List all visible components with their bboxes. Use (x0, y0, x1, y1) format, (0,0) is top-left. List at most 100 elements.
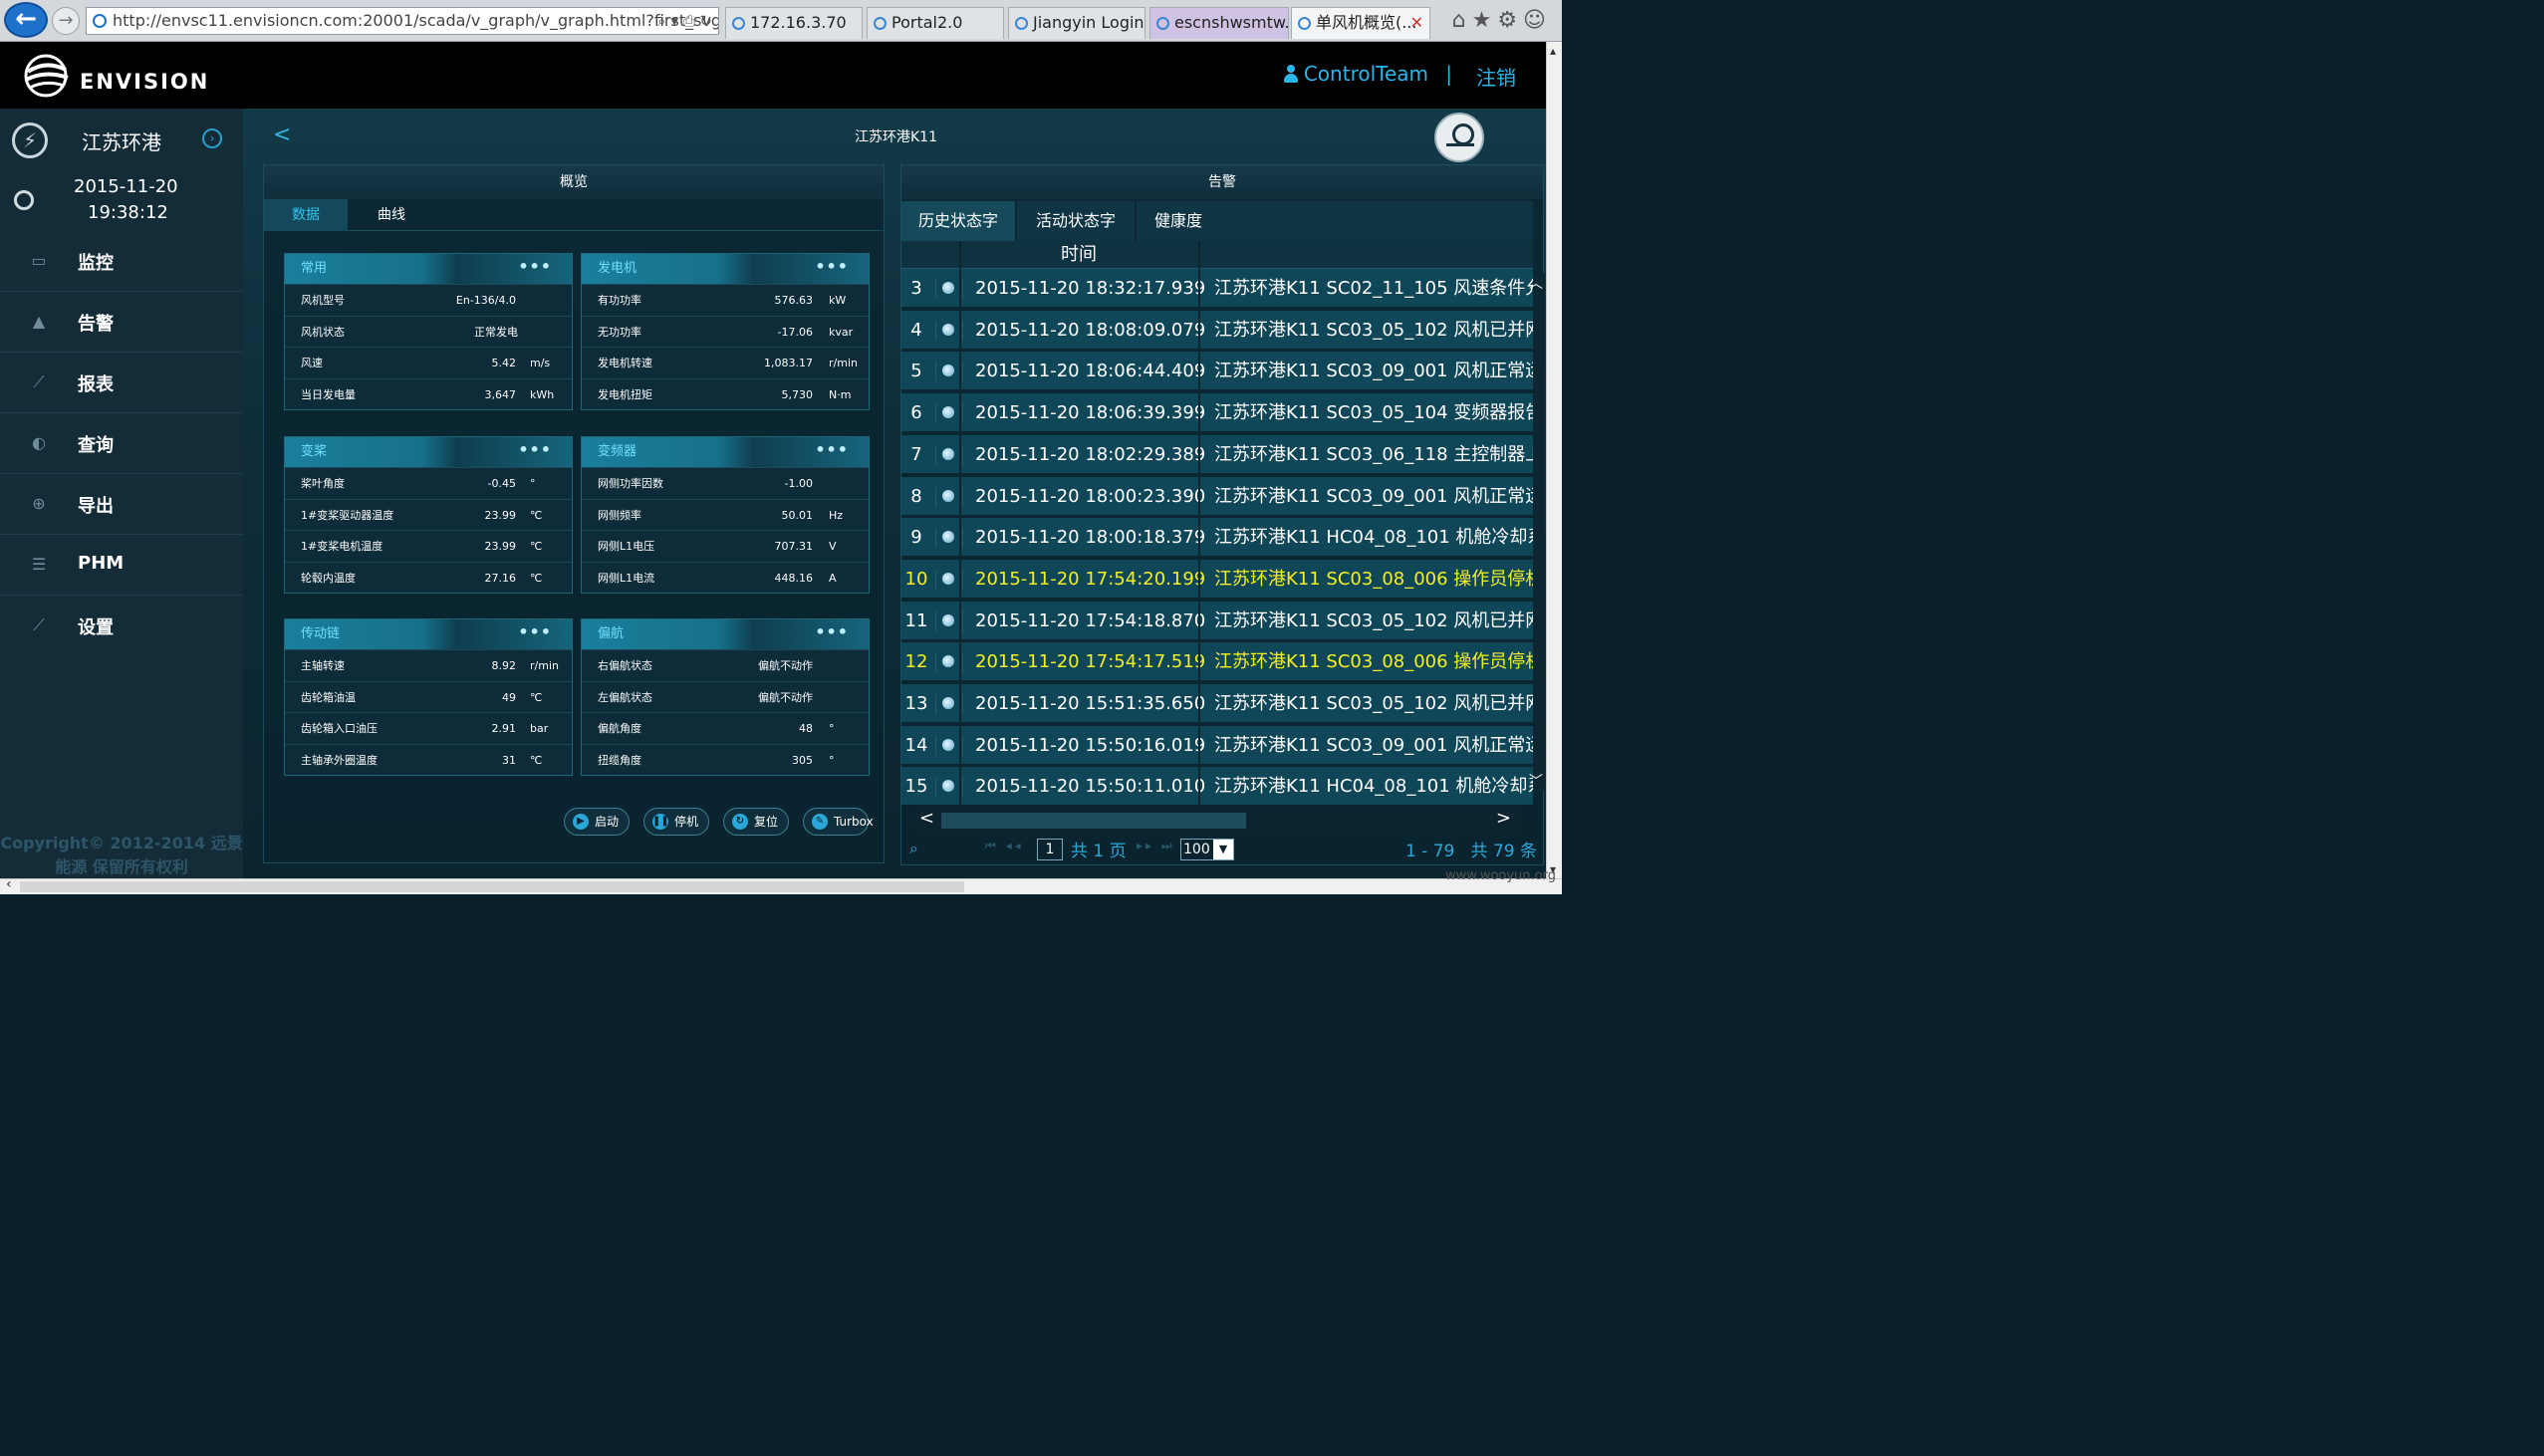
close-icon[interactable]: ✕ (1410, 8, 1423, 38)
tab-health[interactable]: 健康度 (1137, 201, 1533, 241)
table-row[interactable]: 13 2015-11-20 15:51:35.650 江苏环港K11 SC03_05… (901, 684, 1533, 724)
address-bar[interactable]: http://envsc11.envisioncn.com:20001/scad… (86, 7, 719, 35)
row-message: 江苏环港K11 HC04_08_101 机舱冷却系统 (1214, 776, 1533, 798)
chevron-right-icon[interactable]: > (1496, 808, 1511, 829)
row-value: 5.42 (491, 357, 517, 369)
table-row[interactable]: 15 2015-11-20 15:50:11.010 江苏环港K11 HC04_08… (901, 767, 1533, 805)
page-size-select[interactable]: 100 ▼ (1180, 839, 1234, 860)
card-yaw: 偏航 ••• 右偏航状态 偏航不动作 左偏航状态 偏航不动作 偏航角度 48 ° 扭缆角度… (581, 618, 870, 776)
total-pages: 共 1 页 (1071, 842, 1127, 861)
station-selector[interactable]: ⚡ 江苏环港 › (0, 109, 243, 168)
more-icon[interactable]: ••• (815, 435, 849, 465)
stop-button[interactable]: ❚❚ 停机 (643, 808, 709, 836)
scroll-thumb[interactable] (20, 881, 964, 892)
card-title: 发电机 (598, 261, 637, 276)
table-row[interactable]: 9 2015-11-20 18:00:18.379 江苏环港K11 HC04_08_… (901, 518, 1533, 559)
chevron-left-icon[interactable]: ‹ (6, 876, 12, 892)
tab-curve[interactable]: 曲线 (350, 199, 433, 231)
browser-tab[interactable]: Portal2.0 (867, 7, 1004, 39)
search-icon[interactable]: ⌕ (909, 839, 918, 858)
row-time: 2015-11-20 17:54:20.199 (975, 568, 1206, 590)
row-unit: ℃ (530, 508, 543, 522)
card-title: 变桨 (301, 444, 328, 459)
chevron-left-icon[interactable]: < (919, 808, 934, 829)
row-label: 齿轮箱入口油压 (301, 722, 378, 735)
sidebar-item-settings[interactable]: ⟋ 设置 (0, 597, 243, 656)
user-icon (1283, 65, 1298, 83)
row-value: 1,083.17 (764, 357, 813, 369)
table-row[interactable]: 10 2015-11-20 17:54:20.199 江苏环港K11 SC03_08… (901, 559, 1533, 600)
row-value: 23.99 (484, 508, 517, 522)
user-link[interactable]: ControlTeam (1283, 62, 1428, 86)
chevron-up-icon[interactable]: ▴ (1550, 44, 1556, 58)
address-tools-icon[interactable]: ⌕ ▾ ⎙ ↻ (657, 8, 712, 34)
overview-tabs: 数据 曲线 (264, 199, 884, 231)
tab-history-status[interactable]: 历史状态字 (901, 201, 1015, 241)
row-message: 江苏环港K11 SC03_06_118 主控制器上电 (1214, 443, 1533, 465)
table-row[interactable]: 4 2015-11-20 18:08:09.079 江苏环港K11 SC03_05_… (901, 310, 1533, 351)
row-message: 江苏环港K11 SC03_05_104 变频器报告故障 (1214, 402, 1533, 424)
sidebar-item-query[interactable]: ◐ 查询 (0, 414, 243, 474)
table-row[interactable]: 12 2015-11-20 17:54:17.519 江苏环港K11 SC03_08… (901, 642, 1533, 683)
browser-tab[interactable]: 172.16.3.70 (725, 7, 863, 39)
row-number: 13 (904, 693, 928, 714)
browser-tab[interactable]: escnshwsmtw... (1149, 7, 1289, 39)
browser-tab[interactable]: Jiangyin Login (1008, 7, 1145, 39)
more-icon[interactable]: ••• (518, 435, 552, 465)
vertical-scrollbar[interactable]: ︿ ﹀ (1529, 273, 1545, 791)
row-message: 江苏环港K11 SC03_09_001 风机正常运行 (1214, 361, 1533, 382)
scroll-thumb[interactable] (941, 813, 1246, 829)
row-message: 江苏环港K11 SC03_08_006 操作员停机 (1214, 651, 1533, 673)
turbox-button[interactable]: ✎ Turbox (803, 808, 874, 836)
profile-avatar[interactable] (1434, 113, 1484, 162)
table-row[interactable]: 11 2015-11-20 17:54:18.870 江苏环港K11 SC03_05… (901, 601, 1533, 641)
row-unit: ℃ (530, 690, 543, 704)
sidebar-item-alarm[interactable]: ▲ 告警 (0, 293, 243, 353)
chevron-down-icon[interactable]: ﹀ (1529, 771, 1543, 791)
row-number: 14 (904, 734, 928, 756)
chevron-right-icon[interactable]: › (202, 128, 222, 148)
tab-active-status[interactable]: 活动状态字 (1017, 201, 1135, 241)
more-icon[interactable]: ••• (815, 252, 849, 282)
row-value: 正常发电 (474, 325, 518, 339)
page-input[interactable]: 1 (1037, 839, 1063, 860)
table-row[interactable]: 3 2015-11-20 18:32:17.939 江苏环港K11 SC02_11_… (901, 269, 1533, 309)
table-row[interactable]: 7 2015-11-20 18:02:29.389 江苏环港K11 SC03_06_… (901, 434, 1533, 475)
table-row[interactable]: 14 2015-11-20 15:50:16.019 江苏环港K11 SC03_09… (901, 725, 1533, 766)
reset-button[interactable]: ↻ 复位 (723, 808, 789, 836)
browser-toolbar-icons[interactable]: ⌂★⚙☺ (1452, 8, 1552, 33)
browser-tab-active[interactable]: 单风机概览(... ✕ (1291, 7, 1430, 39)
more-icon[interactable]: ••• (518, 252, 552, 282)
alarm-table: 时间 3 2015-11-20 18:32:17.939 江苏环港K11 SC02_… (901, 241, 1533, 805)
chevron-up-icon[interactable]: ︿ (1529, 273, 1543, 293)
more-icon[interactable]: ••• (518, 617, 552, 647)
card-header: 传动链 ••• (285, 619, 572, 649)
row-number: 7 (910, 443, 922, 465)
tab-data[interactable]: 数据 (264, 199, 348, 231)
forward-button[interactable]: → (52, 7, 80, 35)
sidebar-item-report[interactable]: ⟋ 报表 (0, 354, 243, 413)
sidebar-item-phm[interactable]: ☰ PHM (0, 536, 243, 596)
start-button[interactable]: ▶ 启动 (564, 808, 630, 836)
sidebar-item-monitor[interactable]: ▭ 监控 (0, 232, 243, 292)
table-row[interactable]: 5 2015-11-20 18:06:44.409 江苏环港K11 SC03_09_… (901, 352, 1533, 392)
window-scrollbar[interactable]: ▴ ▾ (1546, 42, 1562, 878)
table-row[interactable]: 6 2015-11-20 18:06:39.399 江苏环港K11 SC03_05_… (901, 393, 1533, 434)
sidebar-item-export[interactable]: ⊕ 导出 (0, 475, 243, 535)
row-value: 偏航不动作 (758, 659, 813, 672)
row-time: 2015-11-20 17:54:17.519 (975, 651, 1206, 673)
more-icon[interactable]: ••• (815, 617, 849, 647)
first-prev-page-icon[interactable]: ⏮ ◂◂ (985, 839, 1024, 853)
row-unit: r/min (530, 659, 559, 672)
data-row: 右偏航状态 偏航不动作 (582, 649, 869, 681)
monitor-icon: ▭ (31, 251, 47, 270)
back-button[interactable]: ← (4, 2, 48, 38)
horizontal-scrollbar[interactable]: < > (911, 808, 1523, 831)
logout-link[interactable]: 注销 (1476, 62, 1516, 91)
window-hscrollbar[interactable]: ‹ (0, 876, 1562, 894)
table-row[interactable]: 8 2015-11-20 18:00:23.390 江苏环港K11 SC03_09_… (901, 476, 1533, 517)
user-name: ControlTeam (1303, 62, 1428, 86)
back-chevron-icon[interactable]: < (273, 122, 291, 147)
next-last-page-icon[interactable]: ▸▸ ⏭ (1137, 839, 1175, 853)
data-row: 网侧功率因数 -1.00 (582, 467, 869, 499)
